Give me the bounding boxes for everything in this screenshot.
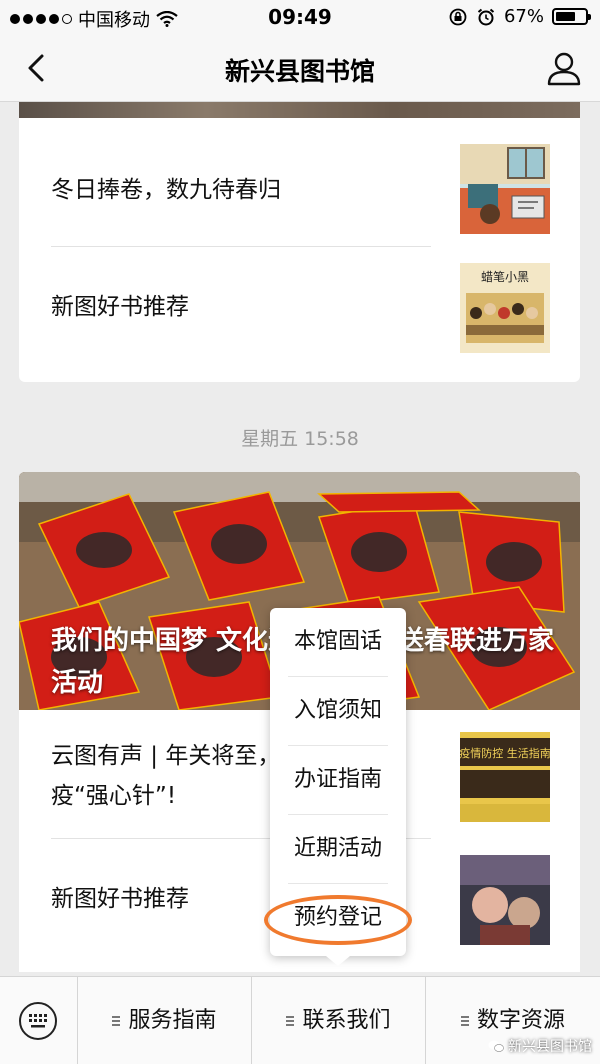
watermark: 新兴县图书馆 [488, 1036, 592, 1056]
menu-list-icon [460, 1016, 469, 1026]
article-title: 冬日捧卷，数九待春归 [51, 177, 281, 203]
battery-icon [552, 8, 591, 25]
battery-percent: 67% [503, 6, 544, 27]
article-thumbnail: 疫情防控 生活指南 [460, 732, 550, 822]
menu-label: 联系我们 [302, 1008, 391, 1033]
article-thumbnail [460, 144, 550, 234]
page-title: 新兴县图书馆 [224, 57, 375, 86]
highlight-ring [264, 895, 412, 945]
status-right: 67% [448, 6, 591, 27]
keyboard-icon [19, 1002, 57, 1040]
article-card-previous: 冬日捧卷，数九待春归 新图好书推荐 蜡笔小黑 [19, 102, 580, 382]
menu-service-guide[interactable]: 服务指南 [78, 977, 252, 1064]
keyboard-toggle-button[interactable] [0, 977, 78, 1064]
wechat-icon [488, 1040, 504, 1052]
article-title: 新图好书推荐 [51, 294, 189, 320]
profile-icon[interactable] [544, 48, 584, 88]
menu-item-recent-events[interactable]: 近期活动 [270, 815, 406, 883]
article-thumbnail [460, 855, 550, 945]
article-row[interactable]: 冬日捧卷，数九待春归 [19, 126, 580, 254]
previous-hero-image [19, 102, 580, 118]
status-bar: 中国移动 09:49 67% [0, 0, 600, 34]
article-title: 新图好书推荐 [51, 886, 189, 912]
message-date: 星期五 15:58 [241, 428, 359, 450]
menu-item-card-guide[interactable]: 办证指南 [270, 746, 406, 814]
menu-item-library-phone[interactable]: 本馆固话 [270, 608, 406, 676]
thumb-text: 蜡笔小黑 [481, 269, 529, 284]
nav-bar: 新兴县图书馆 [0, 34, 600, 102]
alarm-icon [477, 8, 495, 25]
article-row[interactable]: 新图好书推荐 蜡笔小黑 [19, 247, 580, 377]
rotation-lock-icon [449, 8, 467, 25]
popup-arrow [326, 956, 350, 966]
watermark-text: 新兴县图书馆 [508, 1039, 592, 1055]
menu-label: 数字资源 [476, 1008, 565, 1033]
article-thumbnail: 蜡笔小黑 [460, 263, 550, 353]
menu-label: 服务指南 [128, 1008, 217, 1033]
menu-contact-us[interactable]: 联系我们 [252, 977, 426, 1064]
menu-list-icon [112, 1016, 121, 1026]
thumb-text: 疫情防控 生活指南 [460, 746, 550, 760]
menu-item-entry-notice[interactable]: 入馆须知 [270, 677, 406, 745]
menu-list-icon [286, 1016, 295, 1026]
